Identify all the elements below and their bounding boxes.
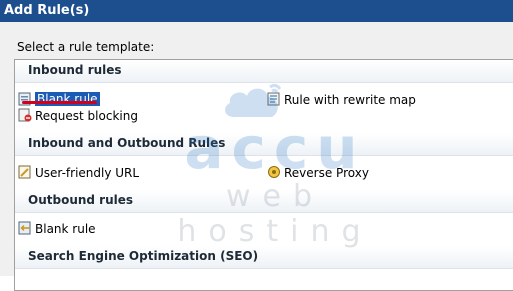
group-header-inbound-rules: Inbound rules: [15, 60, 513, 83]
blank-rule-icon: [18, 221, 31, 235]
template-label: Blank rule: [35, 222, 96, 236]
user-friendly-url-icon: [18, 165, 31, 179]
group-header-seo: Search Engine Optimization (SEO): [15, 246, 513, 269]
selection-underline-annotation: [22, 101, 97, 104]
rule-template-list[interactable]: Inbound rules Blank rule Rule with rewri…: [14, 59, 513, 291]
group-title: Inbound rules: [28, 63, 122, 77]
group-title: Outbound rules: [28, 193, 134, 207]
reverse-proxy-icon: [268, 166, 280, 178]
request-blocking-icon: [18, 108, 32, 122]
rule-template-prompt: Select a rule template:: [17, 40, 155, 54]
template-label: Rule with rewrite map: [284, 93, 416, 107]
template-label: User-friendly URL: [35, 166, 140, 180]
group-title: Search Engine Optimization (SEO): [28, 249, 259, 263]
template-label: Reverse Proxy: [284, 166, 369, 180]
template-label: Request blocking: [35, 109, 138, 123]
group-header-outbound-rules: Outbound rules: [15, 190, 513, 213]
dialog-title-bar[interactable]: Add Rule(s): [0, 0, 513, 22]
rewrite-map-icon: [267, 92, 280, 106]
group-title: Inbound and Outbound Rules: [28, 136, 226, 150]
dialog-title: Add Rule(s): [4, 3, 90, 18]
group-header-inbound-and-outbound-rules: Inbound and Outbound Rules: [15, 133, 513, 156]
